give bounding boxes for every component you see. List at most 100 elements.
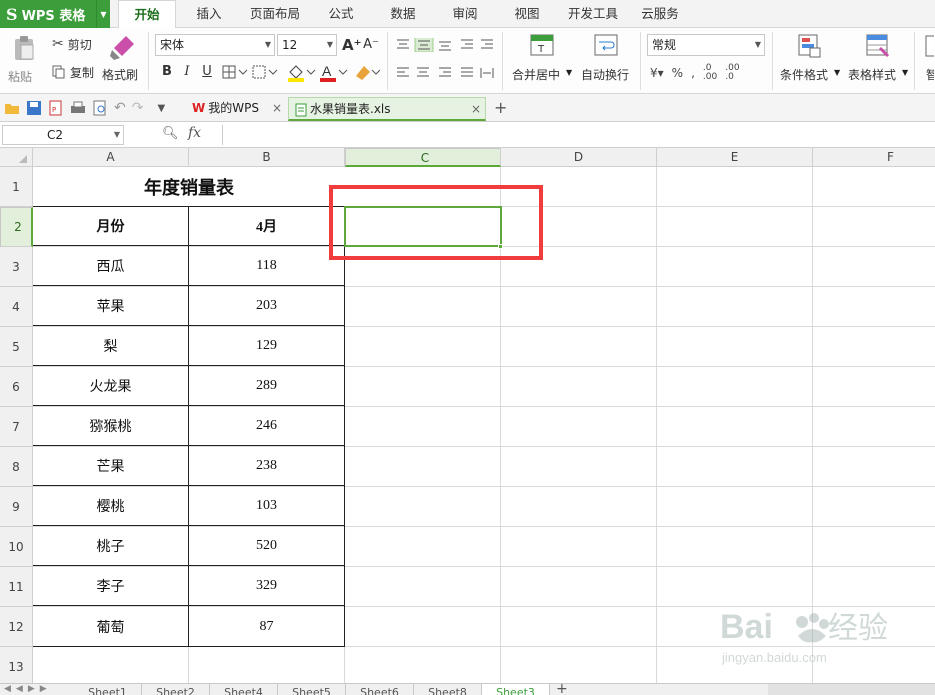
currency-icon[interactable]: ¥▾	[650, 66, 664, 80]
fill-pattern-icon[interactable]	[252, 65, 278, 79]
fruit-cell[interactable]: 芒果	[33, 447, 188, 486]
sheet-title-cell[interactable]: 年度销量表	[33, 167, 345, 207]
increase-font-icon[interactable]: A⁺	[342, 36, 362, 54]
borders-icon[interactable]	[222, 65, 248, 79]
sales-cell[interactable]: 103	[189, 487, 344, 526]
font-name-select[interactable]: 宋体 ▼	[155, 34, 275, 56]
fill-color-icon[interactable]	[286, 62, 316, 82]
new-tab-icon[interactable]: +	[494, 98, 507, 117]
sales-cell[interactable]: 329	[189, 567, 344, 606]
number-format-select[interactable]: 常规 ▼	[647, 34, 765, 56]
fruit-cell[interactable]: 梨	[33, 327, 188, 366]
row-header-7[interactable]: 7	[0, 407, 33, 447]
row-header-2[interactable]: 2	[0, 207, 33, 247]
tab-view[interactable]: 视图	[504, 0, 550, 28]
folder-open-icon[interactable]	[4, 100, 20, 116]
conditional-format-button[interactable]: 条件格式 ▼	[778, 34, 840, 90]
save-icon[interactable]	[26, 100, 42, 116]
copy-button[interactable]: 复制	[52, 62, 94, 82]
close-icon[interactable]: ×	[272, 97, 282, 119]
header-cell-month[interactable]: 月份	[33, 207, 188, 246]
alignment-row-top[interactable]	[395, 38, 495, 52]
row-header-6[interactable]: 6	[0, 367, 33, 407]
sheet-tab[interactable]: Sheet2	[142, 684, 210, 695]
row-header-13[interactable]: 13	[0, 647, 33, 683]
sales-cell[interactable]: 246	[189, 407, 344, 446]
alignment-row-bottom[interactable]	[395, 66, 495, 80]
tab-developer[interactable]: 开发工具	[562, 0, 624, 28]
row-header-9[interactable]: 9	[0, 487, 33, 527]
tab-page-layout[interactable]: 页面布局	[244, 0, 306, 28]
font-color-icon[interactable]: A	[318, 62, 348, 82]
name-box[interactable]: C2 ▼	[2, 125, 124, 145]
table-style-button[interactable]: 表格样式 ▼	[846, 34, 908, 90]
formula-input[interactable]	[222, 125, 935, 145]
column-header-c[interactable]: C	[345, 148, 501, 167]
underline-icon[interactable]: U	[198, 63, 216, 81]
header-cell-april[interactable]: 4月	[189, 207, 344, 246]
fruit-cell[interactable]: 西瓜	[33, 247, 188, 286]
sales-cell[interactable]: 87	[189, 607, 344, 646]
file-tab-active[interactable]: 水果销量表.xls ×	[288, 97, 486, 121]
sheet-tab-active[interactable]: Sheet3	[482, 684, 550, 695]
chevron-down-icon[interactable]: ▼	[157, 103, 165, 114]
cut-button[interactable]: ✂ 剪切	[52, 34, 92, 54]
sheet-tab[interactable]: Sheet6	[346, 684, 414, 695]
fruit-cell[interactable]: 葡萄	[33, 607, 188, 646]
sheet-tab[interactable]: Sheet4	[210, 684, 278, 695]
add-sheet-icon[interactable]: +	[556, 684, 568, 695]
fruit-cell[interactable]: 苹果	[33, 287, 188, 326]
clear-format-icon[interactable]	[352, 64, 380, 80]
row-header-12[interactable]: 12	[0, 607, 33, 647]
percent-icon[interactable]: %	[672, 66, 683, 80]
row-header-1[interactable]: 1	[0, 167, 33, 207]
decrease-font-icon[interactable]: A⁻	[362, 36, 380, 54]
horizontal-scrollbar[interactable]	[768, 684, 935, 695]
zoom-search-icon[interactable]: 🔍︎	[162, 126, 179, 141]
function-icon[interactable]: fx	[188, 125, 201, 141]
fruit-cell[interactable]: 火龙果	[33, 367, 188, 406]
select-all-corner[interactable]	[0, 148, 33, 167]
app-menu-button[interactable]: S WPS 表格 ▼	[0, 0, 110, 28]
bold-icon[interactable]: B	[158, 63, 176, 81]
fruit-cell[interactable]: 樱桃	[33, 487, 188, 526]
font-size-select[interactable]: 12 ▼	[277, 34, 337, 56]
format-painter-button[interactable]: 格式刷	[102, 34, 142, 90]
sales-cell[interactable]: 118	[189, 247, 344, 286]
smart-tools-button[interactable]: 智	[920, 34, 934, 90]
sheet-tab[interactable]: Sheet5	[278, 684, 346, 695]
tab-home[interactable]: 开始	[118, 0, 176, 29]
tab-cloud[interactable]: 云服务	[636, 0, 684, 28]
sales-cell[interactable]: 203	[189, 287, 344, 326]
sales-cell[interactable]: 289	[189, 367, 344, 406]
comma-icon[interactable]: ,	[691, 66, 695, 80]
fruit-cell[interactable]: 猕猴桃	[33, 407, 188, 446]
redo-icon[interactable]: ↷	[132, 100, 144, 116]
row-header-10[interactable]: 10	[0, 527, 33, 567]
sheet-tab[interactable]: Sheet8	[414, 684, 482, 695]
row-header-11[interactable]: 11	[0, 567, 33, 607]
paste-button[interactable]: 粘贴	[8, 34, 40, 90]
italic-icon[interactable]: I	[178, 63, 196, 81]
print-preview-icon[interactable]	[92, 100, 108, 116]
export-pdf-icon[interactable]: P	[48, 100, 64, 116]
column-header-a[interactable]: A	[33, 148, 189, 167]
fruit-cell[interactable]: 桃子	[33, 527, 188, 566]
tab-insert[interactable]: 插入	[186, 0, 232, 28]
sales-cell[interactable]: 238	[189, 447, 344, 486]
sheet-tab[interactable]: Sheet1	[74, 684, 142, 695]
print-icon[interactable]	[70, 100, 86, 116]
tab-data[interactable]: 数据	[380, 0, 426, 28]
sales-cell[interactable]: 520	[189, 527, 344, 566]
row-header-3[interactable]: 3	[0, 247, 33, 287]
chevron-down-icon[interactable]: ▼	[96, 0, 110, 28]
file-tab-my-wps[interactable]: W 我的WPS ×	[186, 97, 286, 121]
row-header-5[interactable]: 5	[0, 327, 33, 367]
fruit-cell[interactable]: 李子	[33, 567, 188, 606]
wrap-text-button[interactable]: 自动换行	[578, 34, 634, 90]
merge-center-button[interactable]: T 合并居中 ▼	[510, 34, 572, 90]
sales-cell[interactable]: 129	[189, 327, 344, 366]
row-header-4[interactable]: 4	[0, 287, 33, 327]
undo-icon[interactable]: ↶	[114, 100, 126, 116]
column-header-b[interactable]: B	[189, 148, 345, 167]
